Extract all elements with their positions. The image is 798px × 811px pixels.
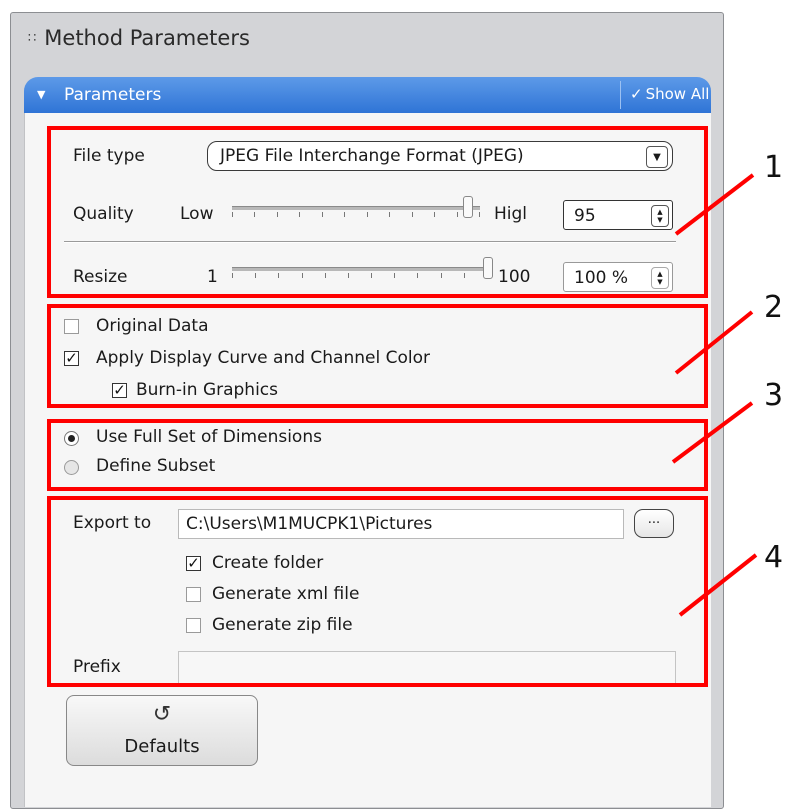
callout-line-4 (678, 553, 758, 617)
callout-number-4: 4 (764, 540, 784, 575)
callout-line-2 (674, 310, 754, 375)
callout-number-1: 1 (764, 150, 784, 185)
callout-line-3 (671, 401, 754, 464)
callout-number-2: 2 (764, 290, 784, 325)
callout-lines (671, 173, 758, 617)
callout-number-3: 3 (764, 378, 784, 413)
callout-line-1 (674, 173, 755, 236)
